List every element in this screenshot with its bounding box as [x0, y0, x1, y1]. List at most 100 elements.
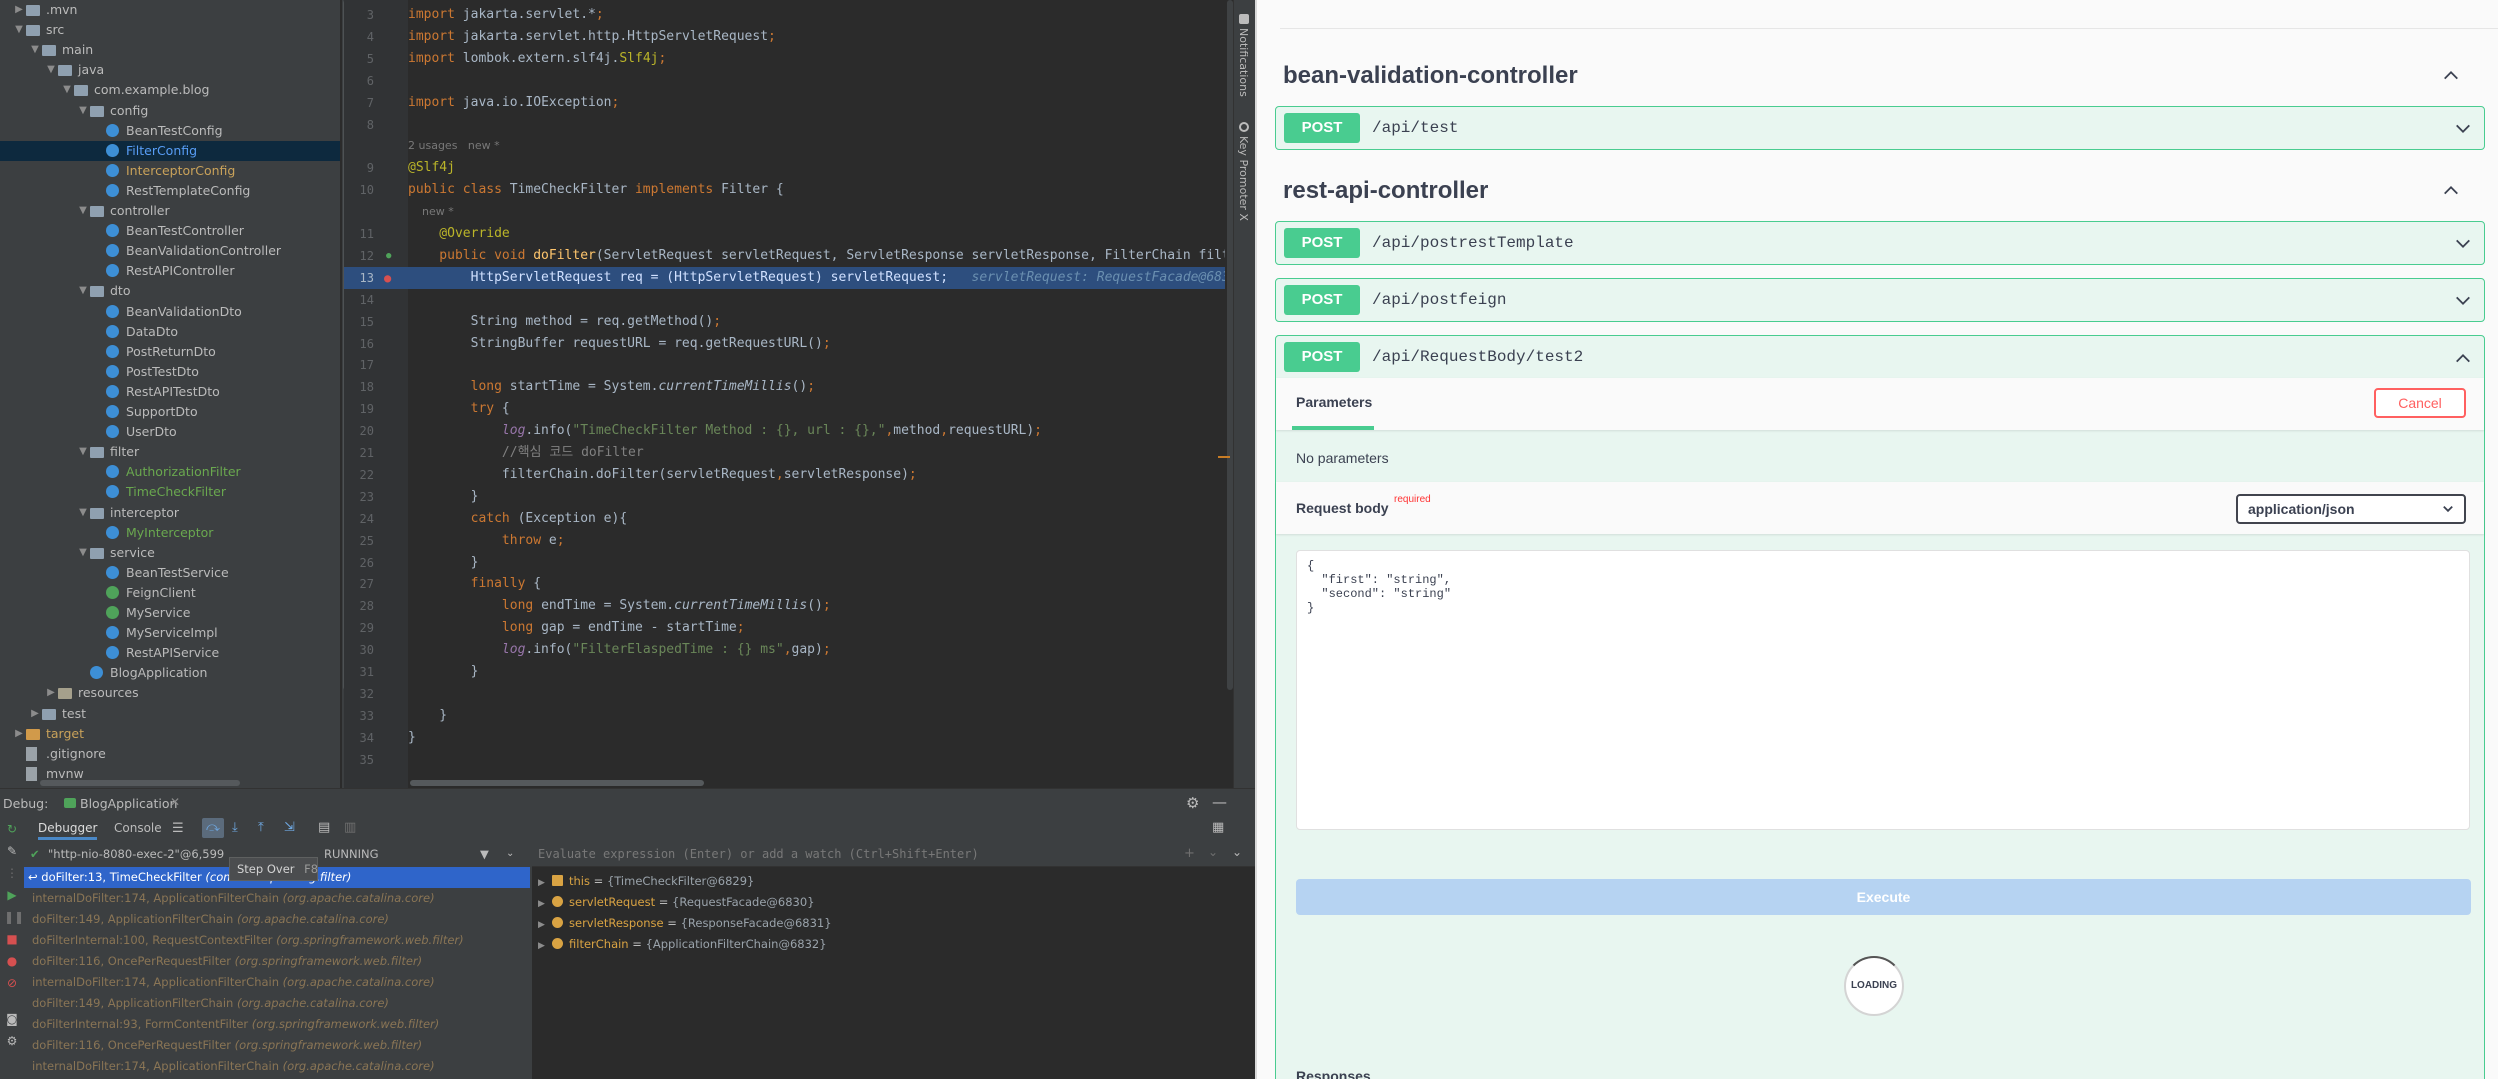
- close-config-tab-icon[interactable]: ✕: [170, 795, 180, 809]
- run-config-tab[interactable]: BlogApplication: [80, 796, 177, 811]
- breakpoint-icon[interactable]: ●: [384, 267, 391, 289]
- tree-item[interactable]: ▶ target: [0, 724, 340, 744]
- chevron-up-icon[interactable]: [2442, 66, 2460, 84]
- tree-item[interactable]: ▼ com.example.blog: [0, 80, 340, 100]
- tree-item[interactable]: BeanValidationController: [0, 241, 340, 261]
- variable-row[interactable]: ▶ servletRequest = {RequestFacade@6830}: [532, 892, 815, 912]
- section-title-rest-api[interactable]: rest-api-controller: [1283, 177, 1488, 205]
- operation-post-postfeign[interactable]: POST /api/postfeign: [1275, 278, 2485, 322]
- stack-frame[interactable]: doFilter:149, ApplicationFilterChain (or…: [24, 909, 530, 930]
- chevron-up-icon[interactable]: [2442, 181, 2460, 199]
- camera-icon[interactable]: ◙: [4, 1011, 20, 1027]
- tree-item[interactable]: ▼ config: [0, 101, 340, 121]
- wrench-icon[interactable]: ✎: [4, 843, 20, 859]
- chevron-up-icon[interactable]: [2454, 349, 2472, 367]
- chevron-down-icon[interactable]: ▼: [76, 503, 90, 523]
- step-out-icon[interactable]: ⤒: [258, 820, 264, 835]
- notifications-tab[interactable]: Notifications: [1237, 28, 1250, 97]
- evaluate-icon[interactable]: ▤: [318, 820, 330, 835]
- gear-icon[interactable]: ⚙: [1186, 794, 1199, 812]
- tree-item[interactable]: ▼ filter: [0, 442, 340, 462]
- tree-item[interactable]: RestAPIController: [0, 261, 340, 281]
- eval-menu-icon[interactable]: ⌄: [1232, 845, 1242, 859]
- chevron-down-icon[interactable]: [2454, 120, 2472, 138]
- request-body-editor[interactable]: { "first": "string", "second": "string" …: [1296, 550, 2470, 830]
- run-to-cursor-icon[interactable]: ⇲: [284, 820, 295, 835]
- section-title-bean-validation[interactable]: bean-validation-controller: [1283, 62, 1578, 90]
- stack-frame[interactable]: internalDoFilter:174, ApplicationFilterC…: [24, 972, 530, 993]
- chevron-down-icon[interactable]: ▼: [76, 442, 90, 462]
- stack-frame[interactable]: doFilter:116, OncePerRequestFilter (org.…: [24, 1035, 530, 1056]
- tree-item[interactable]: ▶ resources: [0, 683, 340, 703]
- tree-item[interactable]: ▶ test: [0, 704, 340, 724]
- chevron-right-icon[interactable]: ▶: [538, 873, 552, 893]
- key-promoter-icon[interactable]: [1239, 122, 1249, 132]
- tree-item[interactable]: ▼ service: [0, 543, 340, 563]
- stop-icon[interactable]: ■: [4, 931, 20, 947]
- code-editor[interactable]: import jakarta.servlet.*; import jakarta.…: [408, 0, 1230, 788]
- chevron-down-icon[interactable]: ⌄: [506, 841, 514, 867]
- tree-item[interactable]: BeanTestController: [0, 221, 340, 241]
- tree-item[interactable]: BeanValidationDto: [0, 302, 340, 322]
- tree-item[interactable]: TimeCheckFilter: [0, 482, 340, 502]
- evaluate-expression-input[interactable]: Evaluate expression (Enter) or add a wat…: [532, 841, 1255, 867]
- tree-item[interactable]: FeignClient: [0, 583, 340, 603]
- step-over-icon[interactable]: ⤼: [202, 818, 224, 838]
- filter-icon[interactable]: ▼: [480, 841, 489, 867]
- tree-item[interactable]: PostTestDto: [0, 362, 340, 382]
- stack-frame[interactable]: doFilter:116, OncePerRequestFilter (org.…: [24, 951, 530, 972]
- override-icon[interactable]: ●: [386, 245, 391, 267]
- variable-row[interactable]: ▶ servletResponse = {ResponseFacade@6831}: [532, 913, 832, 933]
- chevron-down-icon[interactable]: [2454, 292, 2472, 310]
- tree-item[interactable]: MyServiceImpl: [0, 623, 340, 643]
- tree-item[interactable]: ▼ main: [0, 40, 340, 60]
- tree-item[interactable]: BeanTestConfig: [0, 121, 340, 141]
- tree-item[interactable]: RestTemplateConfig: [0, 181, 340, 201]
- resume-icon[interactable]: ▶: [4, 887, 20, 903]
- notifications-icon[interactable]: [1239, 14, 1249, 24]
- operation-post-api-test[interactable]: POST /api/test: [1275, 106, 2485, 150]
- tab-console[interactable]: Console: [114, 821, 162, 835]
- tree-item[interactable]: RestAPITestDto: [0, 382, 340, 402]
- tree-item[interactable]: ▼ controller: [0, 201, 340, 221]
- variable-row[interactable]: ▶ this = {TimeCheckFilter@6829}: [532, 871, 754, 891]
- tree-item[interactable]: UserDto: [0, 422, 340, 442]
- table-icon[interactable]: ▥: [344, 820, 356, 835]
- pause-icon[interactable]: ❚❚: [4, 909, 24, 925]
- chevron-down-icon[interactable]: ▼: [76, 543, 90, 563]
- chevron-down-icon[interactable]: ▼: [12, 20, 26, 40]
- tree-item[interactable]: AuthorizationFilter: [0, 462, 340, 482]
- tree-item[interactable]: MyService: [0, 603, 340, 623]
- stack-frame[interactable]: internalDoFilter:174, ApplicationFilterC…: [24, 888, 530, 909]
- tree-item[interactable]: ▼ src: [0, 20, 340, 40]
- tree-item[interactable]: BlogApplication: [0, 663, 340, 683]
- tree-item[interactable]: ▼ dto: [0, 281, 340, 301]
- chevron-right-icon[interactable]: ▶: [538, 936, 552, 956]
- chevron-down-icon[interactable]: ▼: [76, 101, 90, 121]
- settings-icon[interactable]: ⚙: [4, 1033, 20, 1049]
- chevron-down-icon[interactable]: ▼: [76, 281, 90, 301]
- add-watch-icon[interactable]: +: [1184, 846, 1195, 861]
- tree-item[interactable]: ▼ java: [0, 60, 340, 80]
- step-into-icon[interactable]: ⤓: [232, 820, 238, 835]
- tab-parameters[interactable]: Parameters: [1296, 394, 1372, 410]
- chevron-right-icon[interactable]: ▶: [538, 915, 552, 935]
- rerun-icon[interactable]: ↻: [4, 821, 20, 837]
- chevron-right-icon[interactable]: ▶: [12, 0, 26, 20]
- chevron-down-icon[interactable]: ▼: [28, 40, 42, 60]
- tree-item[interactable]: FilterConfig: [0, 140, 340, 161]
- more-icon[interactable]: ⋮: [4, 865, 20, 881]
- project-tree-hscrollbar[interactable]: [40, 780, 240, 786]
- view-breakpoints-icon[interactable]: ●: [4, 953, 20, 969]
- content-type-select[interactable]: application/json: [2236, 494, 2466, 524]
- tree-item[interactable]: PostReturnDto: [0, 342, 340, 362]
- stack-frame[interactable]: doFilterInternal:100, RequestContextFilt…: [24, 930, 530, 951]
- eval-dropdown-icon[interactable]: ⌄: [1208, 845, 1218, 859]
- tree-item[interactable]: SupportDto: [0, 402, 340, 422]
- chevron-down-icon[interactable]: ▼: [76, 201, 90, 221]
- chevron-down-icon[interactable]: ▼: [44, 60, 58, 80]
- mute-breakpoints-icon[interactable]: ⊘: [4, 975, 20, 991]
- chevron-right-icon[interactable]: ▶: [538, 894, 552, 914]
- operation-post-requestbody-test2[interactable]: POST /api/RequestBody/test2: [1275, 335, 2485, 379]
- minimize-icon[interactable]: —: [1212, 793, 1227, 811]
